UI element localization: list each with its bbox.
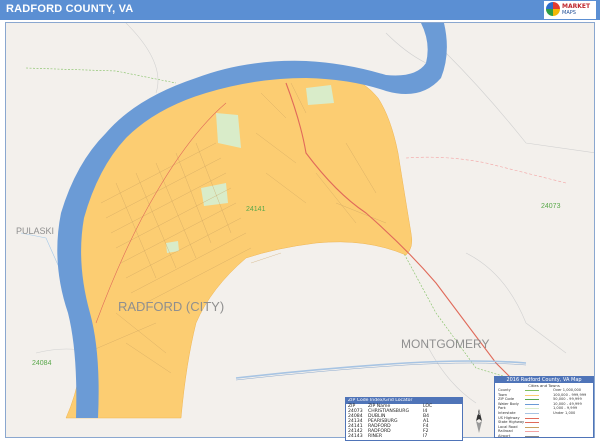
legend-label: Water Body [498,401,519,406]
legend-label-right: 100,000 - 999,999 [553,392,587,397]
park [216,113,241,148]
zip-label-24141: 24141 [246,206,266,213]
map-header: RADFORD COUNTY, VA MARKET MAPS [0,0,600,20]
road [425,342,477,404]
county-boundary [25,67,177,84]
legend-label-right: Under 1,000 [553,410,576,415]
zip-cell: 24143 [348,434,363,439]
road [385,32,427,64]
logo-text-primary: MARKET [562,3,591,10]
place-label-montgomery: MONTGOMERY [401,337,489,351]
zip-label-24073: 24073 [541,203,561,210]
table-row: 24143 RINER I7 [346,434,462,439]
legend-label: ZIP Code [498,397,515,402]
road [445,52,594,154]
legend-label-right: 50,000 - 99,999 [553,397,582,402]
zip-name-cell: RINER [368,434,383,439]
legend-label: US Highway [498,415,520,420]
place-label-pulaski: PULASKI [16,226,54,236]
zip-label-24084: 24084 [32,360,52,367]
railroad [405,156,567,184]
compass-icon: N [470,407,488,435]
legend-label: Airport [498,433,511,438]
park [306,85,334,105]
svg-text:N: N [477,411,480,416]
legend-label: County [498,388,511,392]
logo-text-secondary: MAPS [562,10,576,16]
place-label-radford: RADFORD (CITY) [118,299,224,314]
loc-cell: I7 [423,434,428,439]
legend-label: State Highway [498,420,525,425]
legend-label: Park [498,406,506,411]
legend-label-right: 1,000 - 9,999 [553,406,578,411]
zip-index-table: ZIP Code Index/Grid Locator ZIP ZIP Name… [345,397,463,441]
legend-label: Town [498,392,507,397]
publisher-logo-icon: MARKET MAPS [544,1,596,19]
logo-mark [546,2,560,16]
legend-label: Local Road [498,424,518,429]
legend-label: Interstate [498,410,516,415]
interstate-edge [235,362,527,381]
legend-label-right: Over 1,000,000 [553,388,582,392]
legend-label: Railroad [498,429,513,434]
map-legend: 2016 Radford County, VA Map Cities and T… [494,376,594,438]
map-title: RADFORD COUNTY, VA [6,3,134,15]
road [125,23,159,94]
legend-row: Airport [495,433,593,438]
legend-label-right: 10,000 - 49,999 [553,401,582,406]
